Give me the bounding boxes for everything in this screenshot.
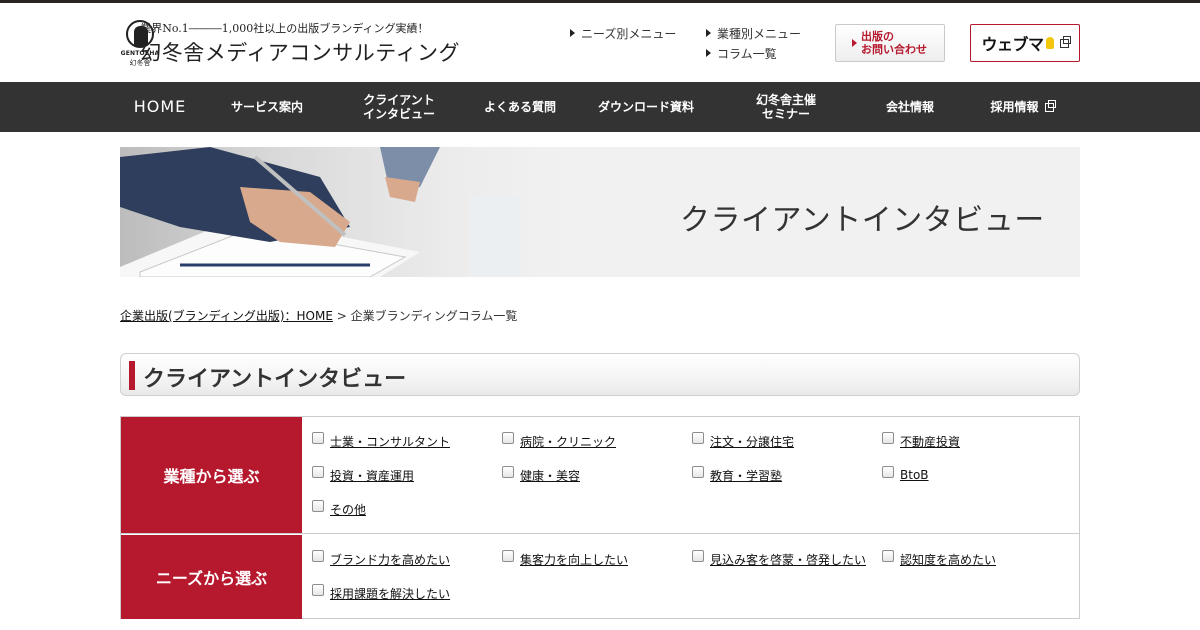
nav-item-label: ダウンロード資料 xyxy=(597,100,694,114)
arrow-right-icon xyxy=(706,29,711,37)
heading-accent-bar xyxy=(129,361,135,390)
site-header: GENTOSHA 幻冬舎 業界No.1―――1,000社以上の出版ブランディング… xyxy=(120,3,1080,82)
banner-photo xyxy=(120,147,565,277)
logo-brand-jp-text: 幻冬舎 xyxy=(129,59,151,67)
nav-item-services[interactable]: サービス案内 xyxy=(212,82,322,132)
filter-option[interactable]: 病院・クリニック xyxy=(502,432,616,449)
webuma-label: ウェブマ xyxy=(981,35,1044,54)
breadcrumb: 企業出版(ブランディング出版)：HOME > 企業ブランディングコラム一覧 xyxy=(120,307,517,324)
filter-option[interactable]: 教育・学習塾 xyxy=(692,466,782,483)
nav-item-label: クライアント インタビュー xyxy=(362,93,435,121)
filter-option[interactable]: 健康・美容 xyxy=(502,466,580,483)
header-link-needs-menu[interactable]: ニーズ別メニュー xyxy=(570,23,676,43)
checkbox[interactable] xyxy=(692,432,704,444)
nav-item-label: 会社情報 xyxy=(885,100,934,114)
nav-item-home[interactable]: HOME xyxy=(120,82,200,132)
logo-text-block: 業界No.1―――1,000社以上の出版ブランディング実績！ 幻冬舎メディアコン… xyxy=(140,20,460,67)
section-heading-text: クライアントインタビュー xyxy=(143,367,407,392)
logo-tagline: 業界No.1―――1,000社以上の出版ブランディング実績！ xyxy=(140,21,429,35)
global-nav: HOME サービス案内 クライアント インタビュー よくある質問 ダウンロード資… xyxy=(0,82,1200,132)
arrow-right-icon xyxy=(706,49,711,57)
filter-option[interactable]: その他 xyxy=(312,500,366,517)
site-logo[interactable]: GENTOSHA 幻冬舎 業界No.1―――1,000社以上の出版ブランディング… xyxy=(120,17,460,69)
filter-row-needs: ニーズから選ぶ ブランド力を高めたい 集客力を向上したい 見込み客を啓蒙・啓発し… xyxy=(121,535,1079,619)
external-link-icon xyxy=(1059,35,1071,48)
nav-item-client-interview[interactable]: クライアント インタビュー xyxy=(342,82,456,132)
checkbox[interactable] xyxy=(502,466,514,478)
header-link-column-list[interactable]: コラム一覧 xyxy=(706,43,801,63)
logo-emblem: GENTOSHA 幻冬舎 xyxy=(120,18,159,68)
publishing-contact-button[interactable]: 出版の お問い合わせ xyxy=(835,24,945,62)
filter-option[interactable]: 見込み客を啓蒙・啓発したい xyxy=(692,550,866,567)
checkbox[interactable] xyxy=(692,550,704,562)
filter-option[interactable]: 士業・コンサルタント xyxy=(312,432,450,449)
nav-item-label: 採用情報 xyxy=(990,100,1039,114)
breadcrumb-home-link[interactable]: 企業出版(ブランディング出版)：HOME xyxy=(120,309,333,323)
logo-figure-icon xyxy=(134,26,148,46)
checkbox[interactable] xyxy=(882,432,894,444)
nav-item-company-info[interactable]: 会社情報 xyxy=(864,82,956,132)
checkbox[interactable] xyxy=(312,550,324,562)
checkbox[interactable] xyxy=(692,466,704,478)
header-link-industry-menu[interactable]: 業種別メニュー xyxy=(706,23,801,43)
checkbox[interactable] xyxy=(312,466,324,478)
filter-option[interactable]: 認知度を高めたい xyxy=(882,550,996,567)
header-links-left: ニーズ別メニュー xyxy=(570,23,676,43)
filter-option[interactable]: ブランド力を高めたい xyxy=(312,550,450,567)
lightbulb-icon xyxy=(1045,37,1054,49)
filter-row-industry: 業種から選ぶ 士業・コンサルタント 病院・クリニック 注文・分譲住宅 不動産投資… xyxy=(121,417,1079,534)
logo-brand-text: GENTOSHA xyxy=(120,50,160,57)
nav-item-seminar[interactable]: 幻冬舎主催 セミナー xyxy=(730,82,842,132)
filter-option[interactable]: 不動産投資 xyxy=(882,432,960,449)
header-links-right: 業種別メニュー コラム一覧 xyxy=(706,23,801,63)
filter-option[interactable]: 採用課題を解決したい xyxy=(312,584,450,601)
arrow-right-icon xyxy=(570,29,575,37)
writing-hand-illustration xyxy=(120,147,520,277)
page-banner: クライアントインタビュー xyxy=(120,147,1080,277)
checkbox[interactable] xyxy=(312,432,324,444)
banner-title: クライアントインタビュー xyxy=(680,203,1045,238)
breadcrumb-current: 企業ブランディングコラム一覧 xyxy=(350,309,518,323)
checkbox[interactable] xyxy=(312,584,324,596)
checkbox[interactable] xyxy=(502,550,514,562)
nav-item-label: よくある質問 xyxy=(483,100,556,114)
section-heading: クライアントインタビュー xyxy=(120,353,1080,396)
header-link-label: コラム一覧 xyxy=(717,46,777,61)
nav-item-label: 幻冬舎主催 セミナー xyxy=(755,93,816,121)
filter-option[interactable]: BtoB xyxy=(882,466,929,483)
external-link-icon xyxy=(1044,99,1056,112)
filter-option[interactable]: 投資・資産運用 xyxy=(312,466,414,483)
interview-filter-table: 業種から選ぶ 士業・コンサルタント 病院・クリニック 注文・分譲住宅 不動産投資… xyxy=(120,416,1080,619)
nav-item-label: サービス案内 xyxy=(230,100,303,114)
header-link-label: 業種別メニュー xyxy=(717,26,802,41)
filter-heading-needs: ニーズから選ぶ xyxy=(121,535,302,619)
nav-item-faq[interactable]: よくある質問 xyxy=(470,82,570,132)
checkbox[interactable] xyxy=(882,550,894,562)
breadcrumb-separator: > xyxy=(332,309,351,323)
logo-site-name: 幻冬舎メディアコンサルティング xyxy=(140,40,460,65)
webuma-button[interactable]: ウェブマ xyxy=(970,24,1080,62)
nav-item-recruitment[interactable]: 採用情報 xyxy=(972,82,1072,132)
contact-button-label: 出版の お問い合わせ xyxy=(861,30,927,56)
header-link-label: ニーズ別メニュー xyxy=(581,26,677,41)
checkbox[interactable] xyxy=(502,432,514,444)
checkbox[interactable] xyxy=(312,500,324,512)
nav-item-label: HOME xyxy=(133,97,187,116)
filter-heading-industry: 業種から選ぶ xyxy=(121,417,302,533)
nav-item-downloads[interactable]: ダウンロード資料 xyxy=(588,82,704,132)
arrow-right-icon xyxy=(852,39,857,47)
checkbox[interactable] xyxy=(882,466,894,478)
filter-option[interactable]: 注文・分譲住宅 xyxy=(692,432,794,449)
filter-option[interactable]: 集客力を向上したい xyxy=(502,550,628,567)
